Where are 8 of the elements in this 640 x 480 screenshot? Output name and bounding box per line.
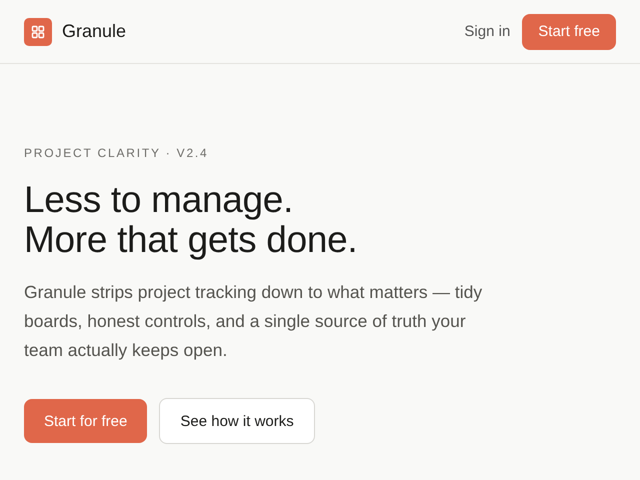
hero-description: Granule strips project tracking down to what matters — tidy boards, honest controls, and a single source of truth your team actually keeps open. xyxy=(24,281,484,362)
headline-line: More that gets done. xyxy=(24,220,358,260)
eyebrow-label: PROJECT CLARITY · V2.4 xyxy=(24,146,210,160)
headline-line: Less to manage. xyxy=(24,180,294,220)
sign-in-link[interactable]: Sign in xyxy=(464,23,510,40)
grid-icon xyxy=(24,18,52,46)
secondary-button[interactable]: See how it works xyxy=(159,398,315,444)
brand-name: Granule xyxy=(62,21,126,42)
